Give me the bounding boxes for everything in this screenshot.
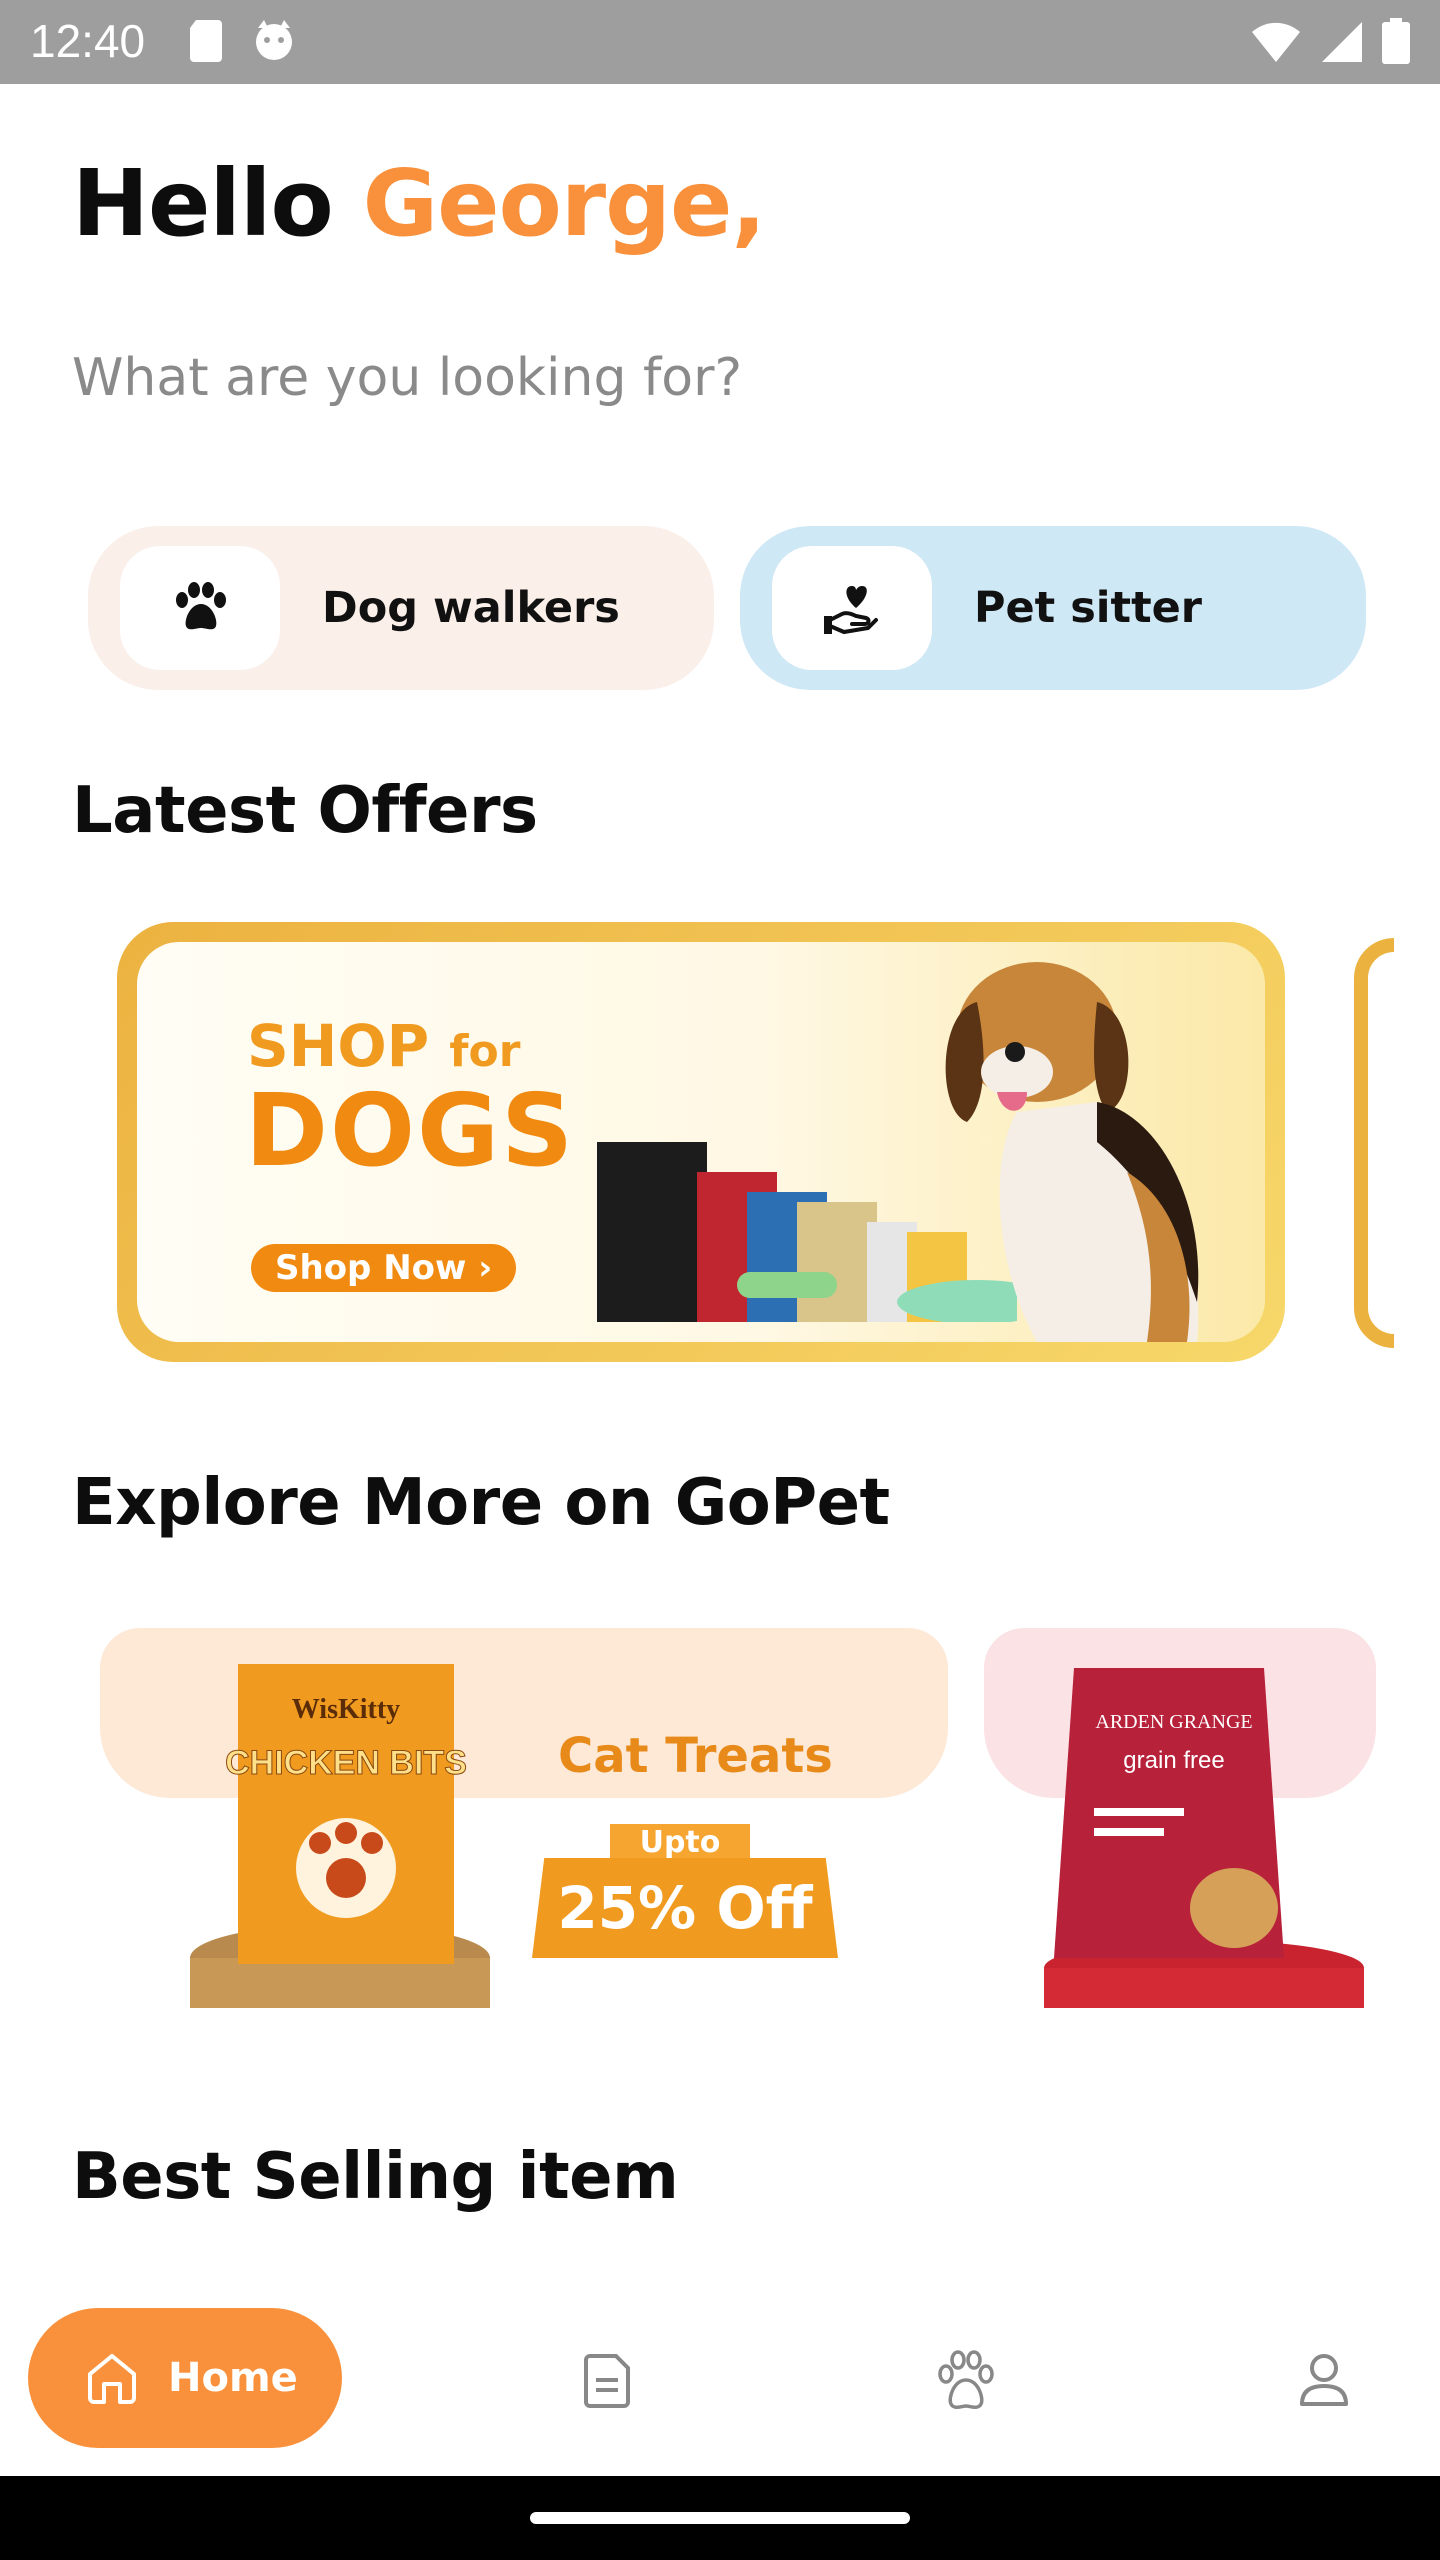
- dog-walkers-label: Dog walkers: [322, 583, 620, 633]
- cat-treats-brand: WisKitty: [292, 1694, 400, 1725]
- dog-walkers-icon-box: [120, 546, 280, 670]
- beagle-image: [945, 962, 1199, 1342]
- home-gesture-handle[interactable]: [530, 2512, 910, 2524]
- dog-walkers-card[interactable]: Dog walkers: [88, 526, 714, 690]
- grain-free-pack-image: ARDEN GRANGE grain free: [1044, 1668, 1364, 2008]
- paw-icon: [176, 582, 226, 630]
- greeting: Hello George,: [72, 150, 767, 257]
- pet-sitter-label: Pet sitter: [974, 583, 1203, 633]
- cat-treats-product-name: CHICKEN BITS: [225, 1744, 467, 1782]
- explore-title: Explore More on GoPet: [72, 1466, 890, 1540]
- pet-sitter-icon-box: [772, 546, 932, 670]
- heart-hand-icon: [824, 586, 878, 635]
- grain-free-product-name: grain free: [1123, 1747, 1224, 1774]
- offer-banner-inner: SHOP for DOGS Shop Now ›: [137, 942, 1265, 1342]
- home-icon: [88, 2354, 136, 2404]
- cat-face-icon: [256, 20, 292, 60]
- greeting-hello: Hello: [72, 150, 334, 257]
- search-prompt: What are you looking for?: [72, 348, 743, 408]
- cat-treats-upto: Upto: [610, 1824, 750, 1862]
- battery-icon: [1382, 18, 1410, 64]
- cat-treats-title: Cat Treats: [558, 1728, 833, 1784]
- system-gesture-bar: [0, 2476, 1440, 2560]
- nav-home-label: Home: [168, 2355, 298, 2401]
- pets-icon[interactable]: [934, 2348, 998, 2412]
- signal-icon: [1322, 22, 1362, 62]
- grain-free-card[interactable]: ARDEN GRANGE grain free: [984, 1628, 1376, 2008]
- offer-for-text: for: [449, 1026, 521, 1077]
- offer-banner-dogs[interactable]: SHOP for DOGS Shop Now ›: [117, 922, 1285, 1362]
- pet-sitter-card[interactable]: Pet sitter: [740, 526, 1366, 690]
- bottom-nav: Home: [0, 2300, 1440, 2476]
- latest-offers-title: Latest Offers: [72, 774, 538, 848]
- profile-icon[interactable]: [1292, 2348, 1356, 2412]
- wifi-icon: [1252, 22, 1300, 62]
- best-selling-title: Best Selling item: [72, 2140, 679, 2214]
- cat-treats-pack-image: WisKitty CHICKEN BITS: [190, 1664, 490, 2008]
- status-time: 12:40: [30, 15, 146, 67]
- sd-card-icon: [190, 20, 222, 62]
- greeting-name: George,: [362, 150, 767, 257]
- offer-banner-next-peek[interactable]: [1354, 938, 1394, 1348]
- document-icon[interactable]: [576, 2348, 640, 2412]
- status-bar: 12:40: [0, 0, 1440, 84]
- offer-headline: SHOP for: [247, 1012, 520, 1080]
- offer-shop-text: SHOP: [247, 1012, 430, 1080]
- cat-treats-card[interactable]: WisKitty CHICKEN BITS Cat Treats Upto 25…: [100, 1628, 948, 2008]
- offer-dogs-text: DOGS: [245, 1072, 576, 1189]
- cat-treats-discount: 25% Off: [532, 1858, 838, 1958]
- grain-free-brand: ARDEN GRANGE: [1095, 1711, 1252, 1733]
- shop-now-button[interactable]: Shop Now ›: [251, 1244, 517, 1292]
- nav-home-button[interactable]: Home: [28, 2308, 342, 2448]
